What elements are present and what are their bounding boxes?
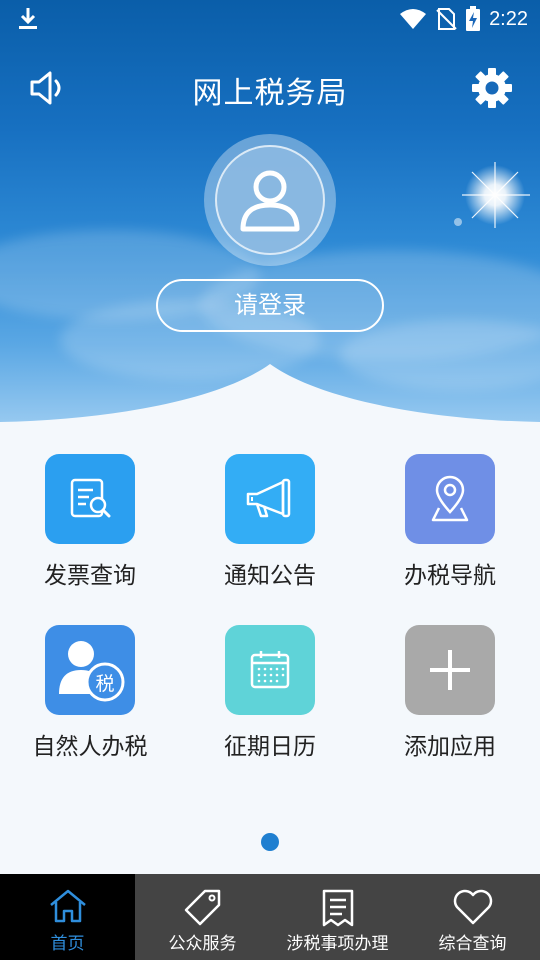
person-tax-icon: 税 bbox=[59, 641, 125, 702]
app-tile bbox=[405, 625, 495, 715]
app-tax-navigation[interactable]: 办税导航 bbox=[360, 454, 540, 590]
app-label: 发票查询 bbox=[44, 563, 136, 589]
app-tile bbox=[45, 454, 135, 544]
battery-charging-icon bbox=[466, 6, 481, 31]
home-icon bbox=[49, 889, 86, 923]
plus-icon bbox=[430, 650, 470, 690]
nav-home[interactable]: 首页 bbox=[0, 874, 135, 960]
app-tax-calendar[interactable]: 征期日历 bbox=[180, 625, 360, 761]
document-icon bbox=[322, 889, 353, 927]
megaphone-icon bbox=[246, 478, 291, 518]
nav-tax-affairs[interactable]: 涉税事项办理 bbox=[270, 874, 405, 960]
top-bar: 网上税务局 bbox=[0, 60, 540, 116]
nav-label: 公众服务 bbox=[168, 934, 237, 954]
no-sim-icon bbox=[436, 8, 457, 30]
nav-label: 综合查询 bbox=[438, 934, 507, 954]
settings-gear-icon[interactable] bbox=[470, 66, 514, 110]
app-label: 通知公告 bbox=[224, 563, 316, 589]
tag-icon bbox=[184, 889, 220, 926]
login-button[interactable]: 请登录 bbox=[156, 279, 384, 332]
bottom-nav: 首页 公众服务 涉税事项办理 综合查询 bbox=[0, 874, 540, 960]
app-label: 征期日历 bbox=[224, 734, 316, 760]
app-label: 添加应用 bbox=[404, 734, 496, 760]
wifi-icon bbox=[400, 9, 427, 29]
user-icon bbox=[240, 170, 300, 232]
avatar[interactable] bbox=[204, 134, 336, 266]
page-indicator-dot[interactable] bbox=[261, 833, 279, 851]
nav-public-service[interactable]: 公众服务 bbox=[135, 874, 270, 960]
page-title: 网上税务局 bbox=[192, 76, 348, 111]
app-add[interactable]: 添加应用 bbox=[360, 625, 540, 761]
app-invoice-query[interactable]: 发票查询 bbox=[0, 454, 180, 590]
invoice-search-icon bbox=[70, 478, 111, 518]
nav-label: 首页 bbox=[50, 934, 85, 954]
sun-flare-icon bbox=[454, 162, 530, 228]
tax-badge-text: 税 bbox=[95, 673, 114, 695]
status-bar: 2:22 bbox=[0, 0, 540, 38]
banner-curve bbox=[0, 364, 540, 430]
app-tile bbox=[225, 625, 315, 715]
app-label: 自然人办税 bbox=[32, 734, 148, 760]
app-tile: 税 bbox=[45, 625, 135, 715]
map-pin-icon bbox=[431, 475, 469, 522]
app-notice[interactable]: 通知公告 bbox=[180, 454, 360, 590]
app-tile bbox=[405, 454, 495, 544]
calendar-icon bbox=[250, 651, 290, 689]
nav-comprehensive-query[interactable]: 综合查询 bbox=[405, 874, 540, 960]
heart-icon bbox=[453, 889, 492, 925]
nav-label: 涉税事项办理 bbox=[286, 934, 389, 954]
avatar-circle bbox=[215, 145, 325, 255]
app-personal-tax[interactable]: 税 自然人办税 bbox=[0, 625, 180, 761]
app-label: 办税导航 bbox=[404, 563, 496, 589]
status-time: 2:22 bbox=[489, 7, 528, 30]
app-tile bbox=[225, 454, 315, 544]
download-icon bbox=[19, 8, 37, 29]
